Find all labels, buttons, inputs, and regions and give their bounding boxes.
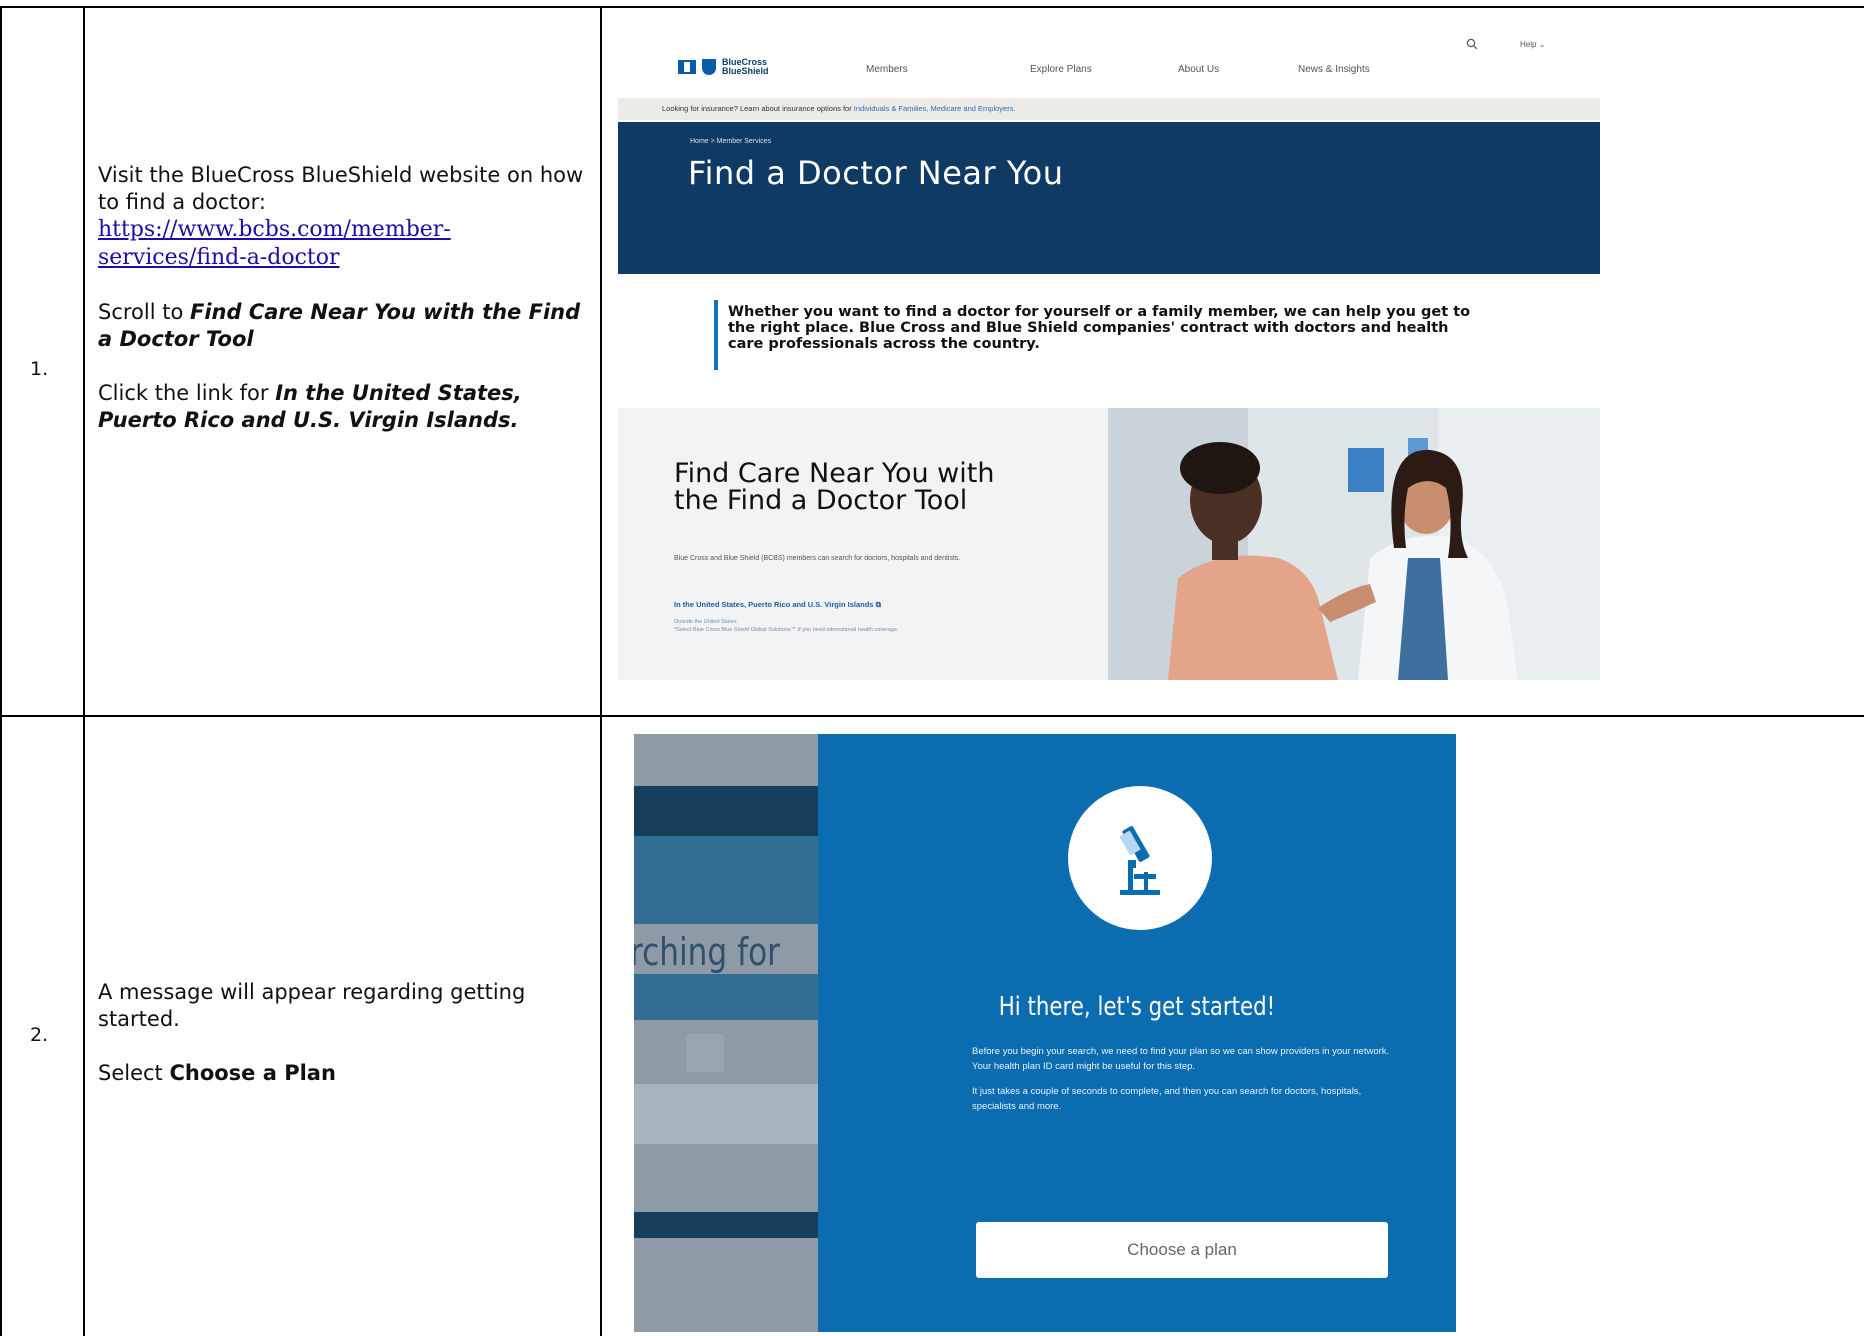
intro-accent-bar xyxy=(714,300,718,370)
chevron-down-icon: ⌄ xyxy=(1538,40,1546,49)
column-divider-image xyxy=(600,6,602,1336)
nav-members[interactable]: Members xyxy=(866,64,908,75)
link-line-1: https://www.bcbs.com/member- xyxy=(98,217,451,242)
table-left-border xyxy=(0,6,2,1336)
modal-paragraph: Before you begin your search, we need to… xyxy=(972,1046,1390,1072)
row-number: 1. xyxy=(30,358,49,380)
breadcrumb[interactable]: Home > Member Services xyxy=(690,138,771,145)
doctor-patient-photo xyxy=(1108,408,1600,680)
nav-explore-plans[interactable]: Explore Plans xyxy=(1030,64,1092,75)
dimmed-background: rching for xyxy=(634,734,818,1332)
background-band xyxy=(634,786,818,836)
modal-heading: Hi there, let's get started! xyxy=(998,992,1276,1022)
message-instruction: A message will appear regarding getting … xyxy=(98,980,526,1031)
nav-news-insights[interactable]: News & Insights xyxy=(1298,64,1370,75)
hero: Home > Member Services Find a Doctor Nea… xyxy=(618,122,1600,274)
select-target: Choose a Plan xyxy=(169,1061,336,1085)
row-divider xyxy=(0,715,1864,717)
get-started-modal-screenshot: rching for Hi there, let's get started! … xyxy=(634,734,1456,1332)
nav-about-us[interactable]: About Us xyxy=(1178,64,1219,75)
external-link-icon: ⧉ xyxy=(875,600,881,609)
background-band xyxy=(634,974,818,1020)
click-instruction: Click the link for In the United States,… xyxy=(98,381,522,432)
background-partial-text: rching for xyxy=(634,930,780,974)
us-find-a-doctor-link[interactable]: In the United States, Puerto Rico and U.… xyxy=(674,600,1094,610)
background-band xyxy=(634,1084,818,1144)
intro-text: Whether you want to find a doctor for yo… xyxy=(728,304,1471,352)
cross-logo-icon xyxy=(678,60,696,74)
get-started-modal: Hi there, let's get started! Before you … xyxy=(818,734,1456,1332)
page-title: Find a Doctor Near You xyxy=(688,154,1064,192)
modal-body: Before you begin your search, we need to… xyxy=(972,1044,1402,1124)
banner-links[interactable]: Individuals & Families, Medicare and Emp… xyxy=(854,104,1016,113)
site-header: BlueCross BlueShield Members Explore Plan… xyxy=(618,34,1600,98)
search-icon[interactable] xyxy=(1466,38,1478,53)
card-description: Blue Cross and Blue Shield (BCBS) member… xyxy=(674,555,961,562)
column-divider-number xyxy=(83,6,85,1336)
select-instruction: Select Choose a Plan xyxy=(98,1061,336,1085)
modal-paragraph: It just takes a couple of seconds to com… xyxy=(972,1086,1362,1112)
instruction-cell: Visit the BlueCross BlueShield website o… xyxy=(98,162,588,434)
card-sub-links[interactable]: Outside the United States *Select Blue Cr… xyxy=(674,618,1054,634)
bcbs-logo[interactable]: BlueCross BlueShield xyxy=(678,58,769,76)
instruction-cell: A message will appear regarding getting … xyxy=(98,979,588,1087)
scroll-instruction: Scroll to Find Care Near You with the Fi… xyxy=(98,300,581,351)
bcbs-find-a-doctor-screenshot: BlueCross BlueShield Members Explore Plan… xyxy=(618,34,1600,680)
row-number: 2. xyxy=(30,1024,49,1046)
microscope-icon xyxy=(1068,786,1212,930)
shield-logo-icon xyxy=(702,59,716,75)
find-care-card: Find Care Near You with the Find a Docto… xyxy=(618,408,1108,680)
card-title: Find Care Near You with the Find a Docto… xyxy=(674,458,995,516)
background-band xyxy=(634,836,818,924)
background-icon xyxy=(686,1034,724,1072)
insurance-banner: Looking for insurance? Learn about insur… xyxy=(618,98,1600,120)
background-band xyxy=(634,1212,818,1238)
link-line-2: services/find-a-doctor xyxy=(98,245,340,270)
visit-instruction: Visit the BlueCross BlueShield website o… xyxy=(98,163,584,214)
find-a-doctor-link[interactable]: https://www.bcbs.com/member-services/fin… xyxy=(98,217,451,270)
help-menu[interactable]: Help ⌄ xyxy=(1520,40,1545,49)
table-top-border xyxy=(0,6,1864,8)
choose-a-plan-button[interactable]: Choose a plan xyxy=(976,1222,1388,1278)
